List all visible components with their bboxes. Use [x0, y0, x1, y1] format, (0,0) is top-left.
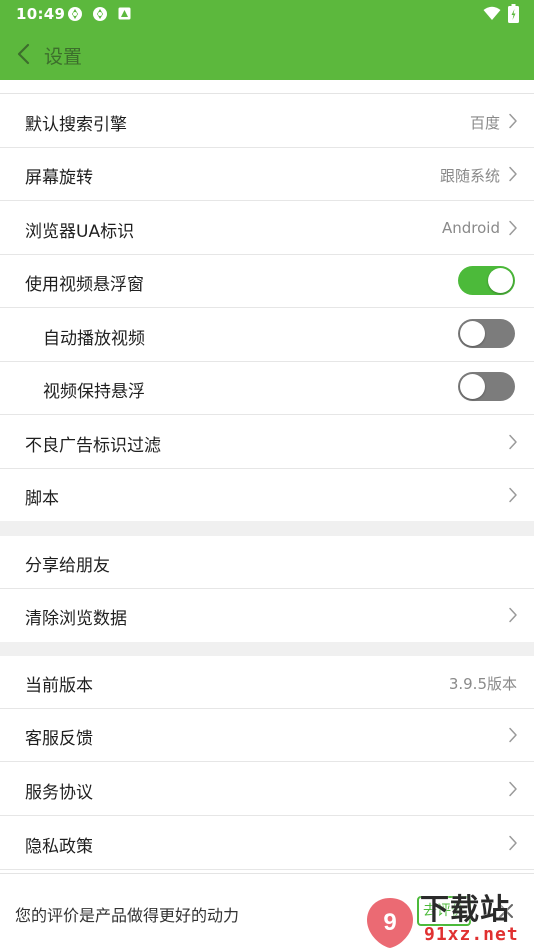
watermark-url: 91xz.net — [424, 924, 519, 945]
setting-value: Android — [442, 219, 500, 237]
chevron-right-icon — [508, 434, 518, 450]
setting-ad-filter[interactable]: 不良广告标识过滤 — [0, 415, 534, 469]
rating-message: 您的评价是产品做得更好的动力 — [15, 906, 240, 925]
setting-label: 屏幕旋转 — [25, 168, 93, 188]
sync-notification-icon — [67, 6, 83, 22]
setting-value: 百度 — [469, 114, 500, 132]
setting-version: 当前版本 3.9.5版本 — [0, 656, 534, 709]
setting-scripts[interactable]: 脚本 — [0, 469, 534, 521]
watermark: 9 下载站 91xz.net — [362, 884, 534, 950]
setting-keep-float: 视频保持悬浮 — [0, 362, 534, 415]
toggle-knob — [460, 374, 485, 399]
chevron-right-icon — [508, 487, 518, 503]
back-arrow-icon[interactable] — [14, 42, 34, 66]
setting-label: 默认搜索引擎 — [25, 115, 127, 135]
page-title: 设置 — [44, 46, 83, 68]
setting-auto-play: 自动播放视频 — [0, 308, 534, 362]
svg-text:9: 9 — [383, 909, 396, 936]
watermark-logo-icon: 9 — [362, 894, 418, 950]
scroll-edge-strip — [0, 80, 534, 94]
battery-icon — [508, 4, 519, 23]
app-bar: 设置 — [0, 28, 534, 80]
chevron-right-icon — [508, 113, 518, 129]
setting-feedback[interactable]: 客服反馈 — [0, 709, 534, 762]
setting-label: 浏览器UA标识 — [25, 222, 135, 242]
toggle-knob — [488, 268, 513, 293]
setting-browser-ua[interactable]: 浏览器UA标识 Android — [0, 201, 534, 255]
setting-label: 不良广告标识过滤 — [25, 436, 161, 456]
keep-float-toggle[interactable] — [458, 372, 515, 401]
setting-label: 分享给朋友 — [25, 556, 110, 576]
setting-label: 使用视频悬浮窗 — [25, 275, 144, 295]
setting-label: 隐私政策 — [25, 837, 93, 857]
toggle-knob — [460, 321, 485, 346]
setting-label: 服务协议 — [25, 783, 93, 803]
setting-label: 当前版本 — [25, 676, 93, 696]
chevron-right-icon — [508, 727, 518, 743]
setting-screen-rotation[interactable]: 屏幕旋转 跟随系统 — [0, 148, 534, 201]
setting-privacy-policy[interactable]: 隐私政策 — [0, 816, 534, 870]
setting-label: 自动播放视频 — [43, 329, 145, 349]
setting-share[interactable]: 分享给朋友 — [0, 536, 534, 589]
video-float-toggle[interactable] — [458, 266, 515, 295]
setting-search-engine[interactable]: 默认搜索引擎 百度 — [0, 95, 534, 148]
setting-label: 脚本 — [25, 489, 59, 509]
version-value: 3.9.5版本 — [448, 675, 517, 693]
setting-value: 跟随系统 — [439, 167, 500, 185]
setting-video-float: 使用视频悬浮窗 — [0, 255, 534, 308]
setting-service-agreement[interactable]: 服务协议 — [0, 762, 534, 816]
auto-play-toggle[interactable] — [458, 319, 515, 348]
chevron-right-icon — [508, 781, 518, 797]
section-divider — [0, 642, 534, 656]
setting-label: 视频保持悬浮 — [43, 382, 145, 402]
sync-notification-icon — [92, 6, 108, 22]
watermark-site-name: 下载站 — [420, 892, 511, 926]
chevron-right-icon — [508, 166, 518, 182]
wifi-icon — [483, 6, 501, 21]
setting-label: 清除浏览数据 — [25, 609, 127, 629]
chevron-right-icon — [508, 835, 518, 851]
setting-clear-data[interactable]: 清除浏览数据 — [0, 589, 534, 642]
chevron-right-icon — [508, 220, 518, 236]
image-notification-icon — [118, 7, 131, 20]
chevron-right-icon — [508, 607, 518, 623]
setting-label: 客服反馈 — [25, 729, 93, 749]
section-divider — [0, 521, 534, 536]
status-bar: 10:49 — [0, 0, 534, 28]
status-time: 10:49 — [16, 5, 66, 23]
